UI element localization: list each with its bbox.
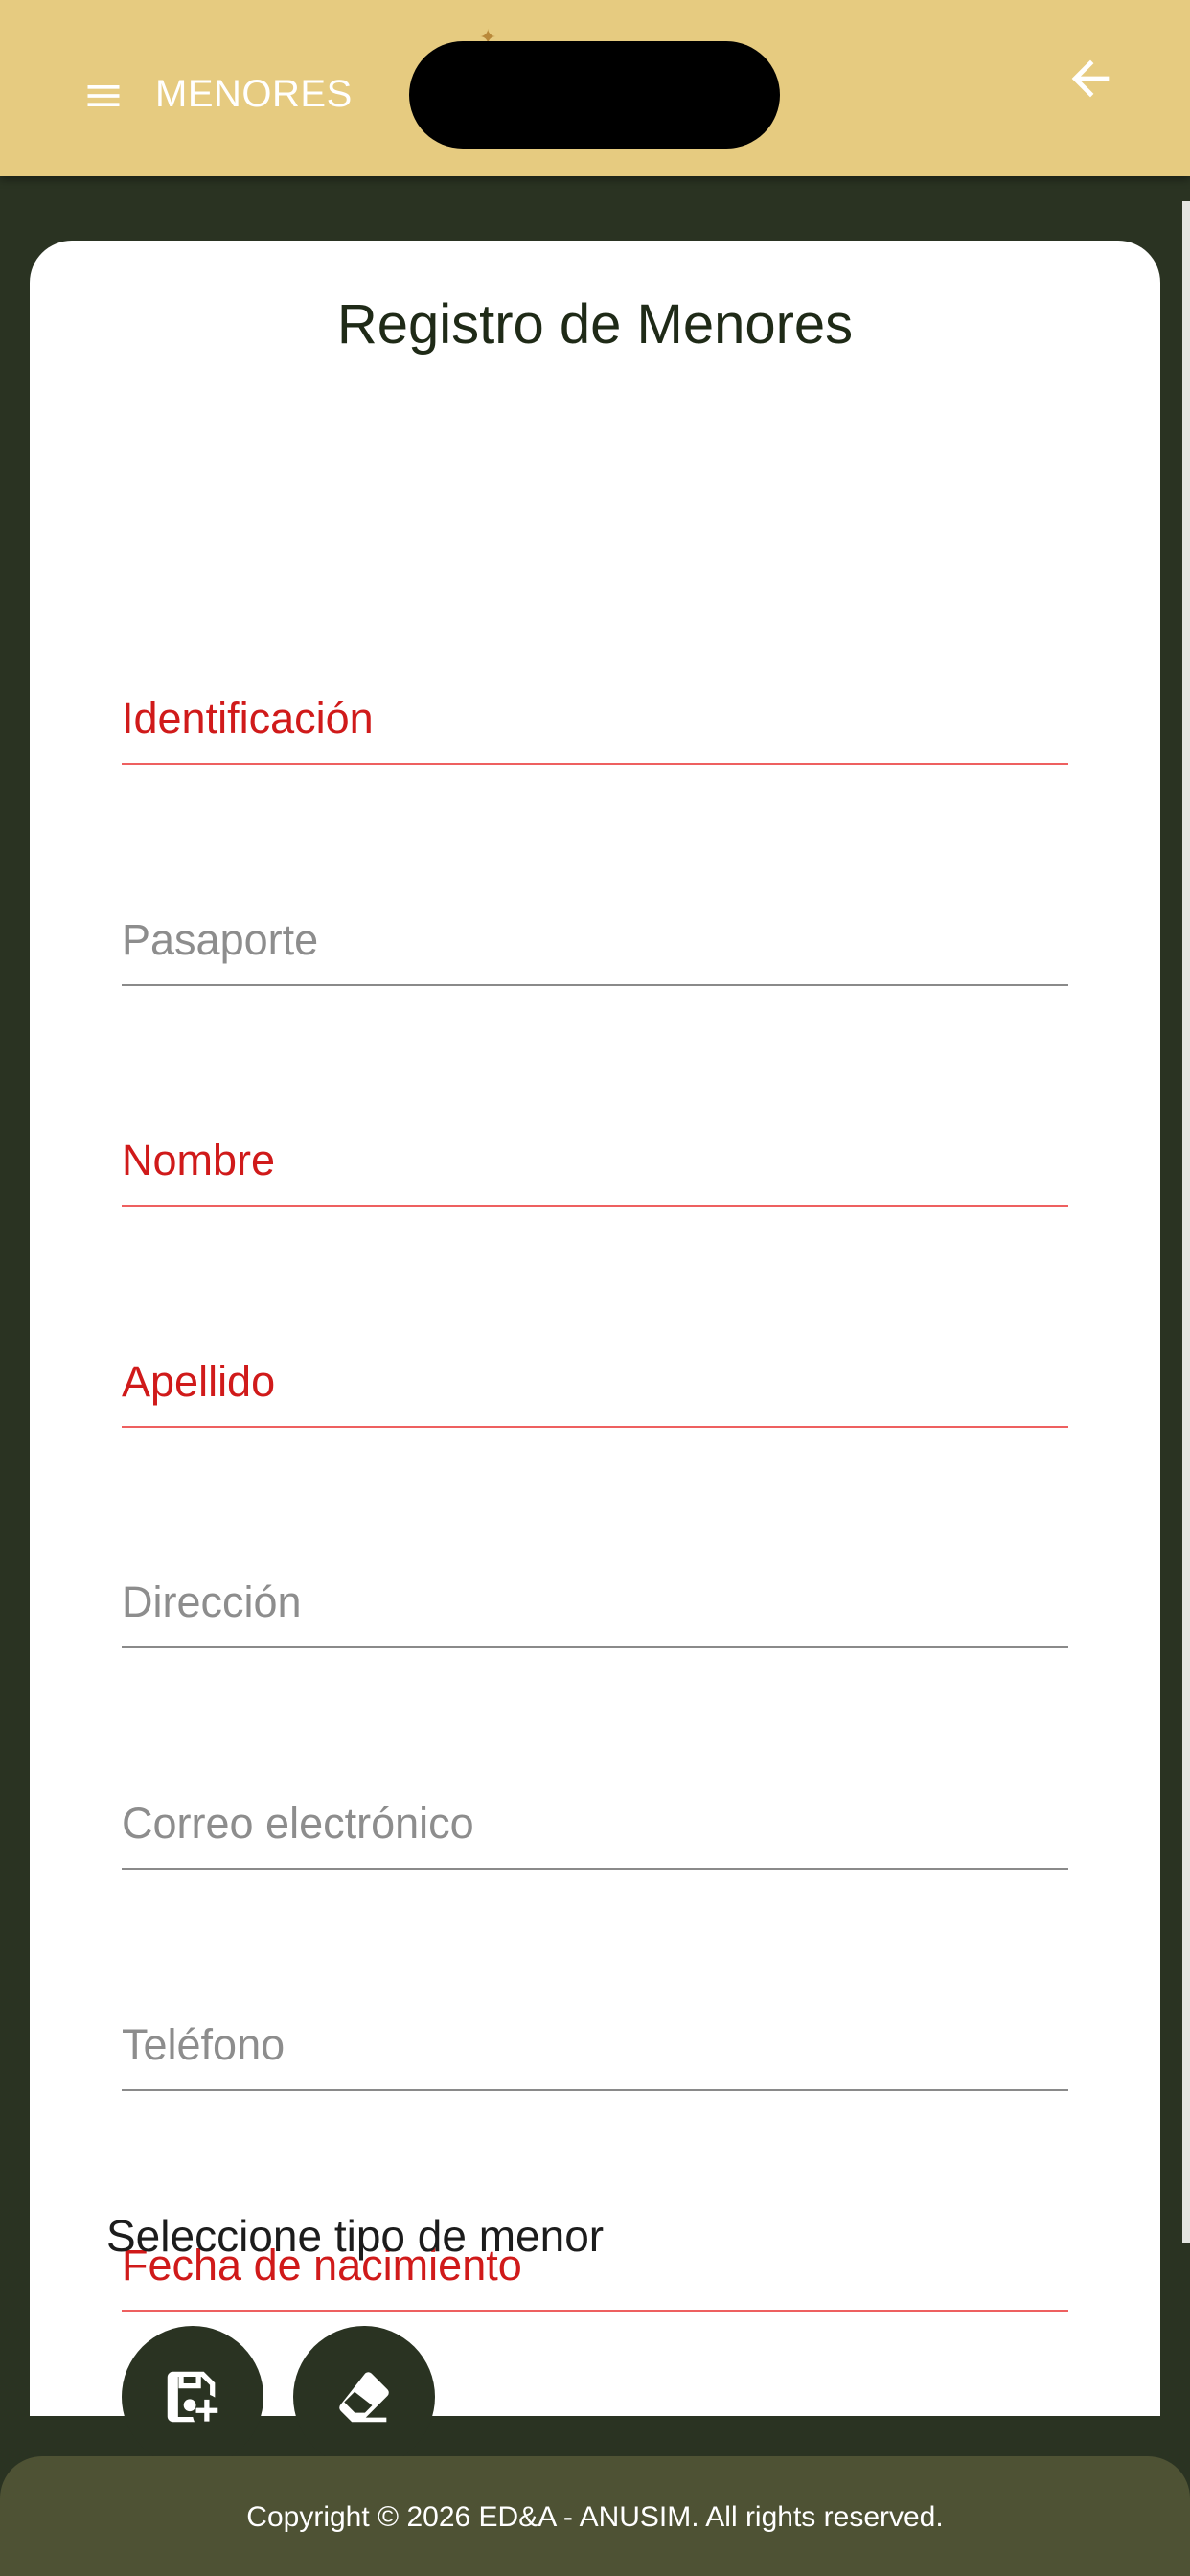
- nombre-input[interactable]: [122, 1115, 1068, 1207]
- apellido-field[interactable]: Apellido: [122, 1336, 1068, 1428]
- apellido-input[interactable]: [122, 1336, 1068, 1428]
- app-bar: MENORES ✦: [0, 0, 1190, 176]
- telefono-field[interactable]: Teléfono: [122, 1999, 1068, 2091]
- direccion-input[interactable]: [122, 1556, 1068, 1648]
- correo-input[interactable]: [122, 1778, 1068, 1870]
- direccion-field[interactable]: Dirección: [122, 1556, 1068, 1648]
- field-underline: [122, 2089, 1068, 2091]
- field-underline: [122, 2310, 1068, 2312]
- field-underline: [122, 763, 1068, 765]
- hamburger-menu-icon: [87, 85, 120, 106]
- save-add-icon: [167, 2371, 218, 2423]
- save-button[interactable]: [122, 2326, 263, 2468]
- back-button[interactable]: [1054, 42, 1127, 115]
- page-title: MENORES: [155, 73, 353, 115]
- arrow-back-icon: [1071, 59, 1110, 98]
- telefono-input[interactable]: [122, 1999, 1068, 2091]
- nombre-field[interactable]: Nombre: [122, 1115, 1068, 1207]
- correo-field[interactable]: Correo electrónico: [122, 1778, 1068, 1870]
- pasaporte-input[interactable]: [122, 894, 1068, 986]
- camera-notch: [409, 41, 780, 149]
- field-underline: [122, 984, 1068, 986]
- form-title: Registro de Menores: [336, 293, 854, 356]
- clear-button[interactable]: [293, 2326, 435, 2468]
- tipo-menor-select[interactable]: Seleccione tipo de menor: [106, 2209, 604, 2263]
- pasaporte-field[interactable]: Pasaporte: [122, 894, 1068, 986]
- registration-card: Registro de Menores Identificación Pasap…: [30, 241, 1160, 2416]
- eraser-icon: [339, 2372, 389, 2423]
- footer: Copyright © 2026 ED&A - ANUSIM. All righ…: [0, 2456, 1190, 2576]
- identificacion-input[interactable]: [122, 673, 1068, 765]
- identificacion-field[interactable]: Identificación: [122, 673, 1068, 765]
- field-underline: [122, 1426, 1068, 1428]
- field-underline: [122, 1205, 1068, 1207]
- field-underline: [122, 1646, 1068, 1648]
- copyright-text: Copyright © 2026 ED&A - ANUSIM. All righ…: [246, 2501, 944, 2533]
- menu-button[interactable]: [67, 59, 140, 132]
- field-underline: [122, 1868, 1068, 1870]
- scroll-indicator: [1182, 201, 1190, 2242]
